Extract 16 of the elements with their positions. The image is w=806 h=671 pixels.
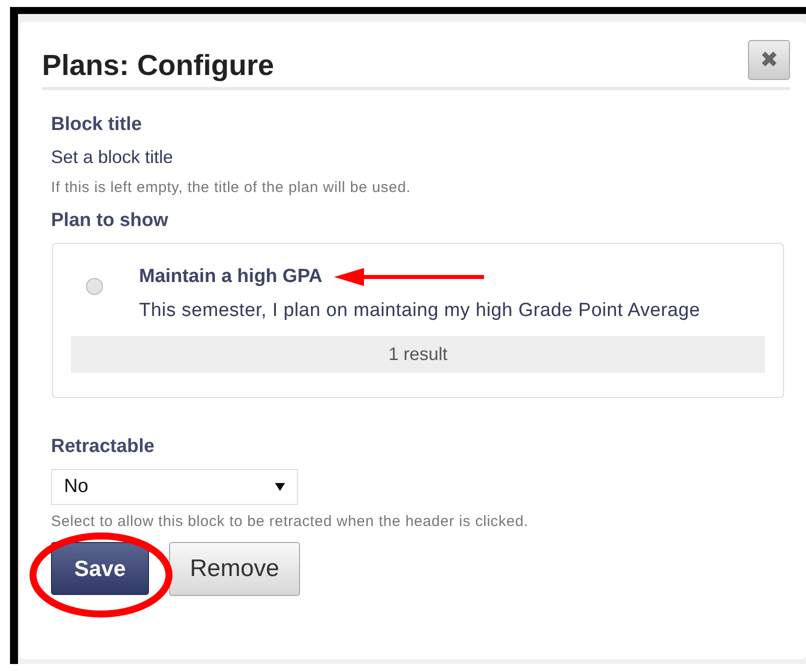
- plan-title: Maintain a high GPA: [139, 266, 322, 288]
- dialog-title: Plans: Configure: [42, 50, 274, 83]
- retractable-dropdown[interactable]: No: [51, 469, 298, 505]
- hint-text: If this is left empty, the title of the plan will be used.: [51, 179, 412, 196]
- field-label: Retractable: [51, 436, 156, 458]
- field-label: Plan to show: [51, 210, 170, 232]
- radio-button[interactable]: [86, 278, 103, 295]
- remove-button[interactable]: Remove: [169, 542, 300, 596]
- close-button[interactable]: ✖: [748, 40, 790, 80]
- plan-description: This semester, I plan on maintaing my high Grade Point Average: [139, 300, 700, 322]
- block-title-value[interactable]: Set a block title: [51, 147, 806, 168]
- field-label: Block title: [51, 114, 143, 136]
- hint-text: Select to allow this block to be retracted when the header is clicked.: [51, 513, 530, 530]
- result-count: 1 result: [71, 336, 765, 373]
- save-button[interactable]: Save: [51, 542, 149, 595]
- caret-icon: [275, 483, 285, 491]
